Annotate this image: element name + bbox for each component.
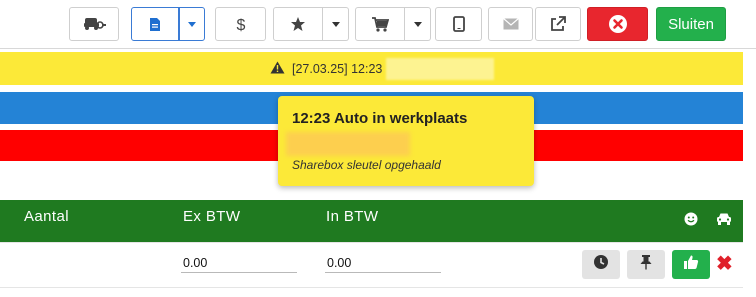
ex-btw-input-underline — [181, 272, 297, 273]
page: $ Sluiten [27.03.25] 12:23 Aantal Ex BTW… — [0, 0, 756, 297]
close-button-label: Sluiten — [668, 15, 714, 33]
table-header: Aantal Ex BTW In BTW — [0, 200, 743, 242]
svg-text:$: $ — [236, 17, 245, 33]
tablet-icon — [452, 16, 465, 32]
redacted-text — [386, 58, 495, 80]
car-key-icon — [82, 15, 106, 33]
external-link-button[interactable] — [535, 7, 581, 41]
popover-title: 12:23 Auto in werkplaats — [292, 110, 468, 127]
time-button[interactable] — [582, 250, 620, 279]
cart-dropdown-toggle[interactable] — [405, 7, 431, 41]
in-btw-input-underline — [325, 272, 441, 273]
event-popover: 12:23 Auto in werkplaats Sharebox sleute… — [278, 96, 534, 186]
mail-icon — [502, 18, 519, 30]
cancel-button[interactable] — [587, 7, 648, 41]
close-button[interactable]: Sluiten — [656, 7, 726, 41]
chevron-down-icon — [413, 21, 422, 27]
favorite-dropdown-toggle[interactable] — [323, 7, 349, 41]
external-link-icon — [550, 16, 566, 32]
delete-icon[interactable]: ✖ — [716, 252, 733, 276]
toolbar: $ Sluiten — [0, 0, 756, 48]
pin-icon — [639, 254, 653, 275]
star-icon — [290, 16, 306, 32]
dollar-icon: $ — [235, 15, 247, 33]
clock-icon — [593, 254, 609, 275]
document-dropdown-toggle[interactable] — [179, 7, 205, 41]
row-divider — [0, 242, 743, 243]
price-button[interactable]: $ — [215, 7, 266, 41]
favorite-button[interactable] — [273, 7, 323, 41]
cart-icon — [371, 16, 389, 32]
chevron-down-icon — [331, 21, 340, 27]
document-icon — [149, 17, 161, 32]
warning-icon — [270, 61, 285, 77]
smiley-icon — [684, 212, 698, 231]
column-header-in-btw: In BTW — [326, 208, 379, 225]
tablet-button[interactable] — [435, 7, 482, 41]
alert-bar-yellow[interactable]: [27.03.25] 12:23 — [0, 52, 743, 85]
approve-button[interactable] — [672, 250, 710, 279]
row-divider-bottom — [0, 287, 743, 288]
car-key-button[interactable] — [69, 7, 119, 41]
alert-bar-text: [27.03.25] 12:23 — [292, 62, 383, 76]
toolbar-divider — [0, 48, 756, 49]
car-icon — [716, 212, 732, 231]
chevron-down-icon — [188, 21, 196, 27]
redacted-text — [286, 132, 410, 156]
document-button[interactable] — [131, 7, 179, 41]
cart-button[interactable] — [355, 7, 405, 41]
column-header-ex-btw: Ex BTW — [183, 208, 241, 225]
mail-button[interactable] — [488, 7, 533, 41]
close-circle-icon — [608, 14, 628, 34]
popover-note: Sharebox sleutel opgehaald — [292, 158, 441, 172]
pin-button[interactable] — [627, 250, 665, 279]
column-header-aantal: Aantal — [24, 208, 69, 225]
thumbs-up-icon — [683, 254, 699, 275]
